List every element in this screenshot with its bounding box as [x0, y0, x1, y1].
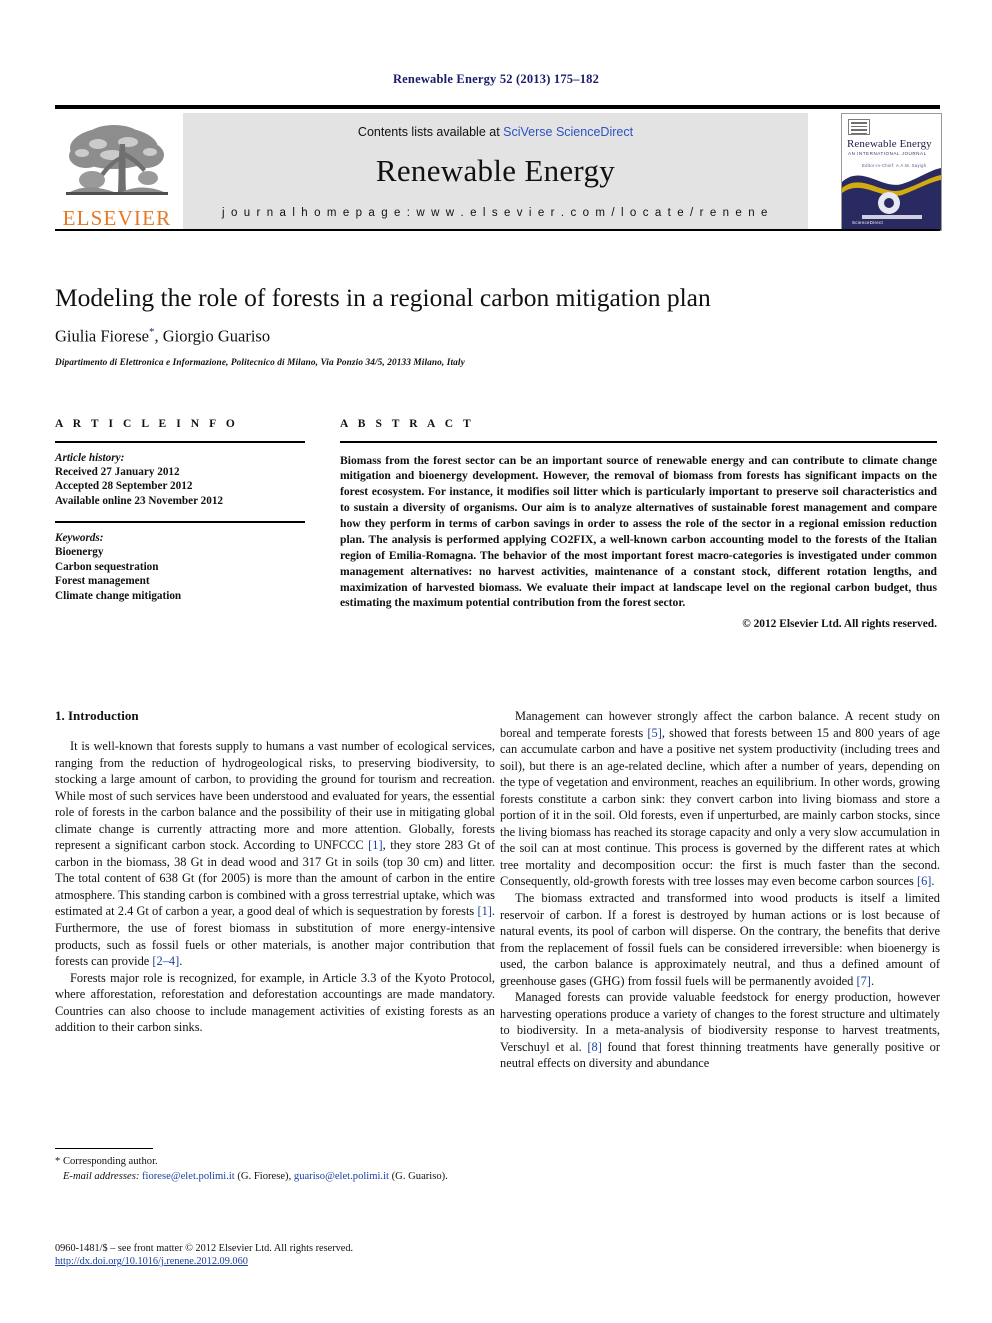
cover-title: Renewable Energy: [847, 138, 932, 150]
article-page: Renewable Energy 52 (2013) 175–182 ELSEV…: [0, 0, 992, 1323]
journal-title: Renewable Energy: [375, 153, 616, 188]
history-accepted: Accepted 28 September 2012: [55, 480, 193, 493]
author-first: Giulia Fiorese: [55, 326, 149, 346]
body-column-right: Management can however strongly affect t…: [500, 708, 940, 1072]
article-info-block: A R T I C L E I N F O Article history: R…: [55, 418, 305, 604]
paragraph-text: .: [179, 954, 183, 969]
email-link-guariso[interactable]: guariso@elet.polimi.it: [294, 1171, 389, 1182]
elsevier-logo: ELSEVIER: [57, 113, 177, 229]
journal-cover-thumbnail: Renewable Energy AN INTERNATIONAL JOURNA…: [841, 113, 942, 231]
paragraph: Forests major role is recognized, for ex…: [55, 970, 495, 1036]
email-link-fiorese[interactable]: fiorese@elet.polimi.it: [142, 1171, 235, 1182]
footnote-rule: [55, 1148, 153, 1149]
citation-reference[interactable]: [5]: [647, 726, 661, 740]
journal-masthead: ELSEVIER Contents lists available at Sci…: [55, 105, 942, 233]
citation-reference[interactable]: [1]: [477, 904, 491, 918]
paragraph-text: Forests major role is recognized, for ex…: [55, 970, 495, 1035]
email-owner-guariso: (G. Guariso).: [391, 1170, 448, 1182]
affiliation: Dipartimento di Elettronica e Informazio…: [55, 358, 465, 368]
article-history-group: Article history: Received 27 January 201…: [55, 452, 305, 510]
doi-link[interactable]: http://dx.doi.org/10.1016/j.renene.2012.…: [55, 1256, 248, 1267]
email-label: E-mail addresses:: [62, 1170, 140, 1182]
article-info-rule: [55, 441, 305, 443]
email-note: E-mail addresses: fiorese@elet.polimi.it…: [55, 1170, 495, 1185]
page-footer: 0960-1481/$ – see front matter © 2012 El…: [55, 1243, 555, 1267]
cover-emblem-caption: [862, 215, 922, 219]
page-title: Modeling the role of forests in a region…: [55, 283, 711, 312]
keywords-group: Keywords: Bioenergy Carbon sequestration…: [55, 532, 305, 605]
email-owner-fiorese: (G. Fiorese),: [237, 1170, 292, 1182]
author-rest: , Giorgio Guariso: [154, 326, 271, 346]
elsevier-tree-icon: [62, 122, 172, 206]
keywords-rule: [55, 521, 305, 523]
author-list: Giulia Fiorese*, Giorgio Guariso: [55, 326, 935, 347]
keyword-item: Carbon sequestration: [55, 560, 159, 573]
history-online: Available online 23 November 2012: [55, 495, 224, 508]
sciencedirect-link[interactable]: SciVerse ScienceDirect: [503, 125, 633, 139]
keyword-item: Forest management: [55, 575, 150, 588]
abstract-heading: A B S T R A C T: [340, 418, 475, 430]
corresponding-author-note: * Corresponding author.: [55, 1156, 158, 1167]
running-head: Renewable Energy 52 (2013) 175–182: [392, 72, 600, 86]
contents-line: Contents lists available at SciVerse Sci…: [183, 125, 808, 139]
journal-homepage[interactable]: j o u r n a l h o m e p a g e : w w w . …: [183, 207, 808, 219]
paragraph-text: , showed that forests between 15 and 800…: [500, 725, 940, 889]
paragraph-text: It is well-known that forests supply to …: [55, 739, 495, 853]
citation-reference[interactable]: [2–4]: [152, 954, 179, 968]
paragraph: Management can however strongly affect t…: [500, 708, 940, 890]
masthead-bottom-rule: [55, 229, 940, 231]
citation-reference[interactable]: [6]: [917, 874, 931, 888]
cover-elsevier-mark: [848, 119, 870, 135]
contents-prefix: Contents lists available at: [357, 125, 504, 139]
paragraph-text: .: [870, 973, 875, 988]
abstract-text: Biomass from the forest sector can be an…: [340, 453, 937, 610]
paragraph-text: .: [931, 874, 935, 889]
paragraph: The biomass extracted and transformed in…: [500, 890, 940, 989]
elsevier-wordmark: ELSEVIER: [62, 206, 172, 230]
paragraph: It is well-known that forests supply to …: [55, 738, 495, 970]
section-heading-introduction: 1. Introduction: [55, 708, 139, 723]
abstract-copyright: © 2012 Elsevier Ltd. All rights reserved…: [742, 618, 937, 631]
citation-reference[interactable]: [7]: [856, 974, 870, 988]
abstract-rule: [340, 441, 937, 443]
paragraph: Managed forests can provide valuable fee…: [500, 989, 940, 1072]
article-history-label: Article history:: [55, 451, 125, 464]
issn-copyright-line: 0960-1481/$ – see front matter © 2012 El…: [55, 1243, 354, 1254]
body-column-left: 1. Introduction It is well-known that fo…: [55, 708, 495, 1036]
masthead-top-rule: [55, 105, 940, 109]
journal-banner: Contents lists available at SciVerse Sci…: [183, 113, 808, 229]
history-received: Received 27 January 2012: [55, 465, 180, 478]
cover-sciencedirect-label: ScienceDirect: [852, 220, 883, 225]
abstract-block: A B S T R A C T Biomass from the forest …: [340, 418, 937, 630]
cover-subtitle: AN INTERNATIONAL JOURNAL: [848, 151, 927, 156]
doi-line: http://dx.doi.org/10.1016/j.renene.2012.…: [55, 1256, 555, 1267]
citation-reference[interactable]: [1]: [368, 838, 382, 852]
keywords-label: Keywords:: [55, 531, 104, 544]
article-info-heading: A R T I C L E I N F O: [55, 418, 239, 430]
citation-reference[interactable]: [8]: [587, 1040, 601, 1054]
footnote-block: * Corresponding author. E-mail addresses…: [55, 1148, 495, 1185]
keyword-item: Climate change mitigation: [55, 590, 182, 603]
cover-emblem: [878, 192, 900, 214]
keyword-item: Bioenergy: [55, 545, 104, 558]
